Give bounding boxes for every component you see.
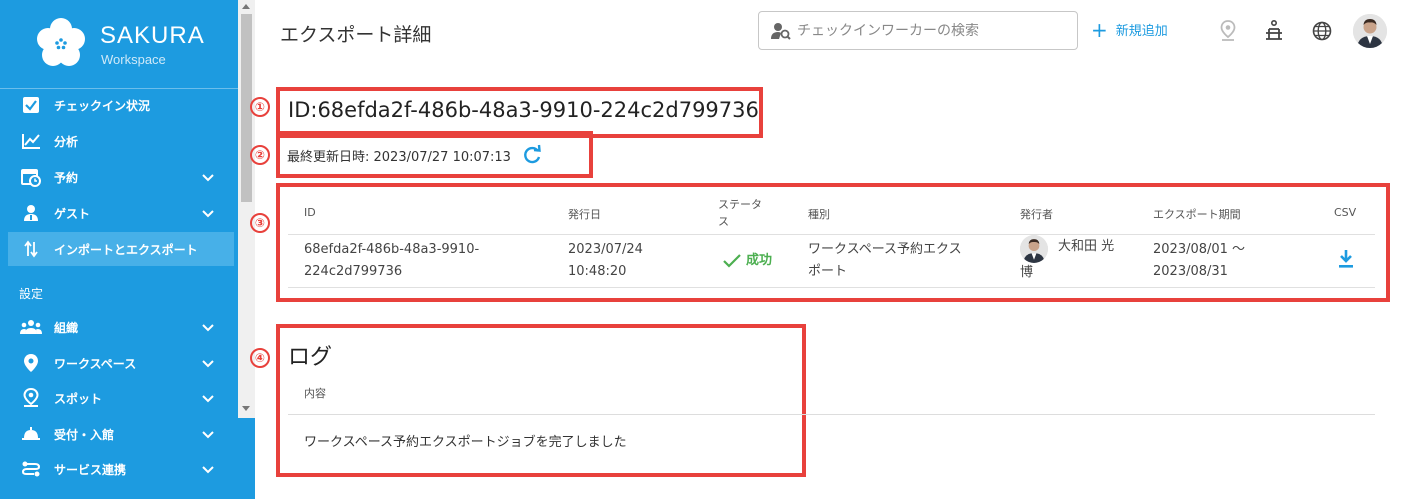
sidebar-item-guests[interactable]: ゲスト bbox=[8, 196, 234, 230]
sakura-logo-icon bbox=[37, 18, 85, 66]
log-entry: ワークスペース予約エクスポートジョブを完了しました bbox=[304, 435, 627, 450]
service-bell-icon bbox=[20, 423, 42, 445]
location-pin-icon bbox=[20, 352, 42, 374]
sidebar-item-label: 予約 bbox=[54, 170, 79, 185]
sidebar-item-reservations[interactable]: 予約 bbox=[8, 160, 234, 194]
brand-sub: Workspace bbox=[101, 52, 166, 67]
sidebar-item-label: ゲスト bbox=[54, 206, 91, 221]
sidebar-item-label: 受付・入館 bbox=[54, 427, 115, 442]
chevron-down-icon bbox=[202, 466, 214, 474]
row-issuer-name-1: 大和田 光 bbox=[1058, 239, 1115, 254]
sidebar-item-label: サービス連携 bbox=[54, 462, 127, 477]
sidebar-item-label: ワークスペース bbox=[54, 356, 137, 371]
table-row: 68efda2f-486b-48a3-9910- 224c2d799736 20… bbox=[288, 235, 1375, 287]
plus-icon: + bbox=[1091, 17, 1108, 42]
settings-section-label: 設定 bbox=[19, 287, 44, 301]
refresh-icon[interactable] bbox=[521, 144, 543, 166]
search-input[interactable] bbox=[797, 22, 1067, 39]
row-issuer-name-2: 博 bbox=[1020, 265, 1034, 280]
sidebar: SAKURA Workspace チェックイン状況 分析 予約 ゲスト インポー… bbox=[0, 0, 238, 499]
col-header-type: 種別 bbox=[808, 208, 830, 221]
last-updated: 最終更新日時: 2023/07/27 10:07:13 bbox=[287, 144, 543, 166]
spot-pin-icon bbox=[20, 387, 42, 409]
sidebar-item-import-export[interactable]: インポートとエクスポート bbox=[8, 232, 234, 266]
brand-name: SAKURA bbox=[100, 22, 205, 49]
main-content: エクスポート詳細 + 新規追加 ① ID:68efda2f-486b-48a3-… bbox=[250, 0, 1424, 499]
user-avatar[interactable] bbox=[1353, 14, 1387, 48]
row-id: 68efda2f-486b-48a3-9910- 224c2d799736 bbox=[304, 242, 480, 279]
sidebar-item-spot[interactable]: スポット bbox=[8, 381, 234, 415]
row-issue-date: 2023/07/24 10:48:20 bbox=[568, 242, 643, 279]
col-header-id: ID bbox=[304, 206, 316, 219]
add-new-button[interactable]: + 新規追加 bbox=[1091, 17, 1168, 42]
row-status: 成功 bbox=[722, 250, 772, 272]
export-table: ID 発行日 ステータス 種別 発行者 エクスポート期間 CSV 68efda2… bbox=[288, 192, 1375, 290]
scroll-down-arrow-icon[interactable] bbox=[242, 406, 250, 411]
marker-1: ① bbox=[250, 97, 270, 117]
chevron-down-icon bbox=[202, 395, 214, 403]
chevron-down-icon bbox=[202, 360, 214, 368]
col-header-issuer: 発行者 bbox=[1020, 208, 1053, 221]
marker-3: ③ bbox=[250, 213, 270, 233]
sidebar-item-label: 組織 bbox=[54, 320, 79, 335]
sidebar-bottom-fill bbox=[238, 418, 255, 499]
scroll-up-arrow-icon[interactable] bbox=[242, 4, 250, 9]
sidebar-item-label: インポートとエクスポート bbox=[54, 242, 198, 257]
sidebar-item-label: チェックイン状況 bbox=[54, 98, 151, 113]
check-icon bbox=[723, 254, 741, 268]
globe-icon[interactable] bbox=[1311, 20, 1333, 42]
reception-desk-icon[interactable] bbox=[1263, 20, 1285, 42]
download-icon[interactable] bbox=[1338, 249, 1354, 269]
group-icon bbox=[20, 316, 42, 338]
calendar-clock-icon bbox=[20, 166, 42, 188]
page-title: エクスポート詳細 bbox=[280, 24, 432, 46]
col-header-csv: CSV bbox=[1334, 206, 1357, 219]
row-type: ワークスペース予約エクス ポート bbox=[808, 242, 962, 279]
sidebar-item-reception[interactable]: 受付・入館 bbox=[8, 417, 234, 451]
chevron-down-icon bbox=[202, 210, 214, 218]
route-icon bbox=[20, 458, 42, 480]
marker-4: ④ bbox=[250, 348, 270, 368]
last-updated-text: 最終更新日時: 2023/07/27 10:07:13 bbox=[287, 149, 511, 165]
location-icon[interactable] bbox=[1217, 20, 1239, 42]
log-col-header: 内容 bbox=[304, 387, 326, 400]
sidebar-item-label: 分析 bbox=[54, 134, 79, 149]
highlight-box-4 bbox=[276, 324, 806, 477]
sidebar-item-analytics[interactable]: 分析 bbox=[8, 124, 234, 158]
log-title: ログ bbox=[288, 345, 333, 370]
person-search-icon bbox=[771, 22, 791, 40]
col-header-status: ステータス bbox=[718, 198, 762, 228]
person-badge-icon bbox=[20, 202, 42, 224]
chart-line-icon bbox=[20, 130, 42, 152]
export-id-heading: ID:68efda2f-486b-48a3-9910-224c2d799736 bbox=[288, 98, 759, 122]
col-header-export-period: エクスポート期間 bbox=[1153, 208, 1241, 221]
import-export-arrows-icon bbox=[20, 238, 42, 260]
chevron-down-icon bbox=[202, 431, 214, 439]
sidebar-item-service-integration[interactable]: サービス連携 bbox=[8, 452, 234, 486]
add-new-label: 新規追加 bbox=[1115, 24, 1168, 39]
sidebar-item-label: スポット bbox=[54, 391, 103, 406]
search-box[interactable] bbox=[758, 11, 1078, 50]
table-row-divider bbox=[288, 287, 1375, 288]
status-text: 成功 bbox=[746, 253, 773, 268]
sidebar-item-checkin-status[interactable]: チェックイン状況 bbox=[8, 88, 234, 122]
col-header-issue-date: 発行日 bbox=[568, 208, 601, 221]
marker-2: ② bbox=[250, 145, 270, 165]
checkbox-icon bbox=[20, 94, 42, 116]
chevron-down-icon bbox=[202, 174, 214, 182]
issuer-avatar bbox=[1020, 235, 1048, 263]
app-logo[interactable]: SAKURA Workspace bbox=[34, 16, 234, 72]
row-export-period: 2023/08/01 ～ 2023/08/31 bbox=[1153, 242, 1246, 279]
sidebar-item-organization[interactable]: 組織 bbox=[8, 310, 234, 344]
chevron-down-icon bbox=[202, 324, 214, 332]
log-divider bbox=[288, 414, 1375, 415]
sidebar-item-workspace[interactable]: ワークスペース bbox=[8, 346, 234, 380]
